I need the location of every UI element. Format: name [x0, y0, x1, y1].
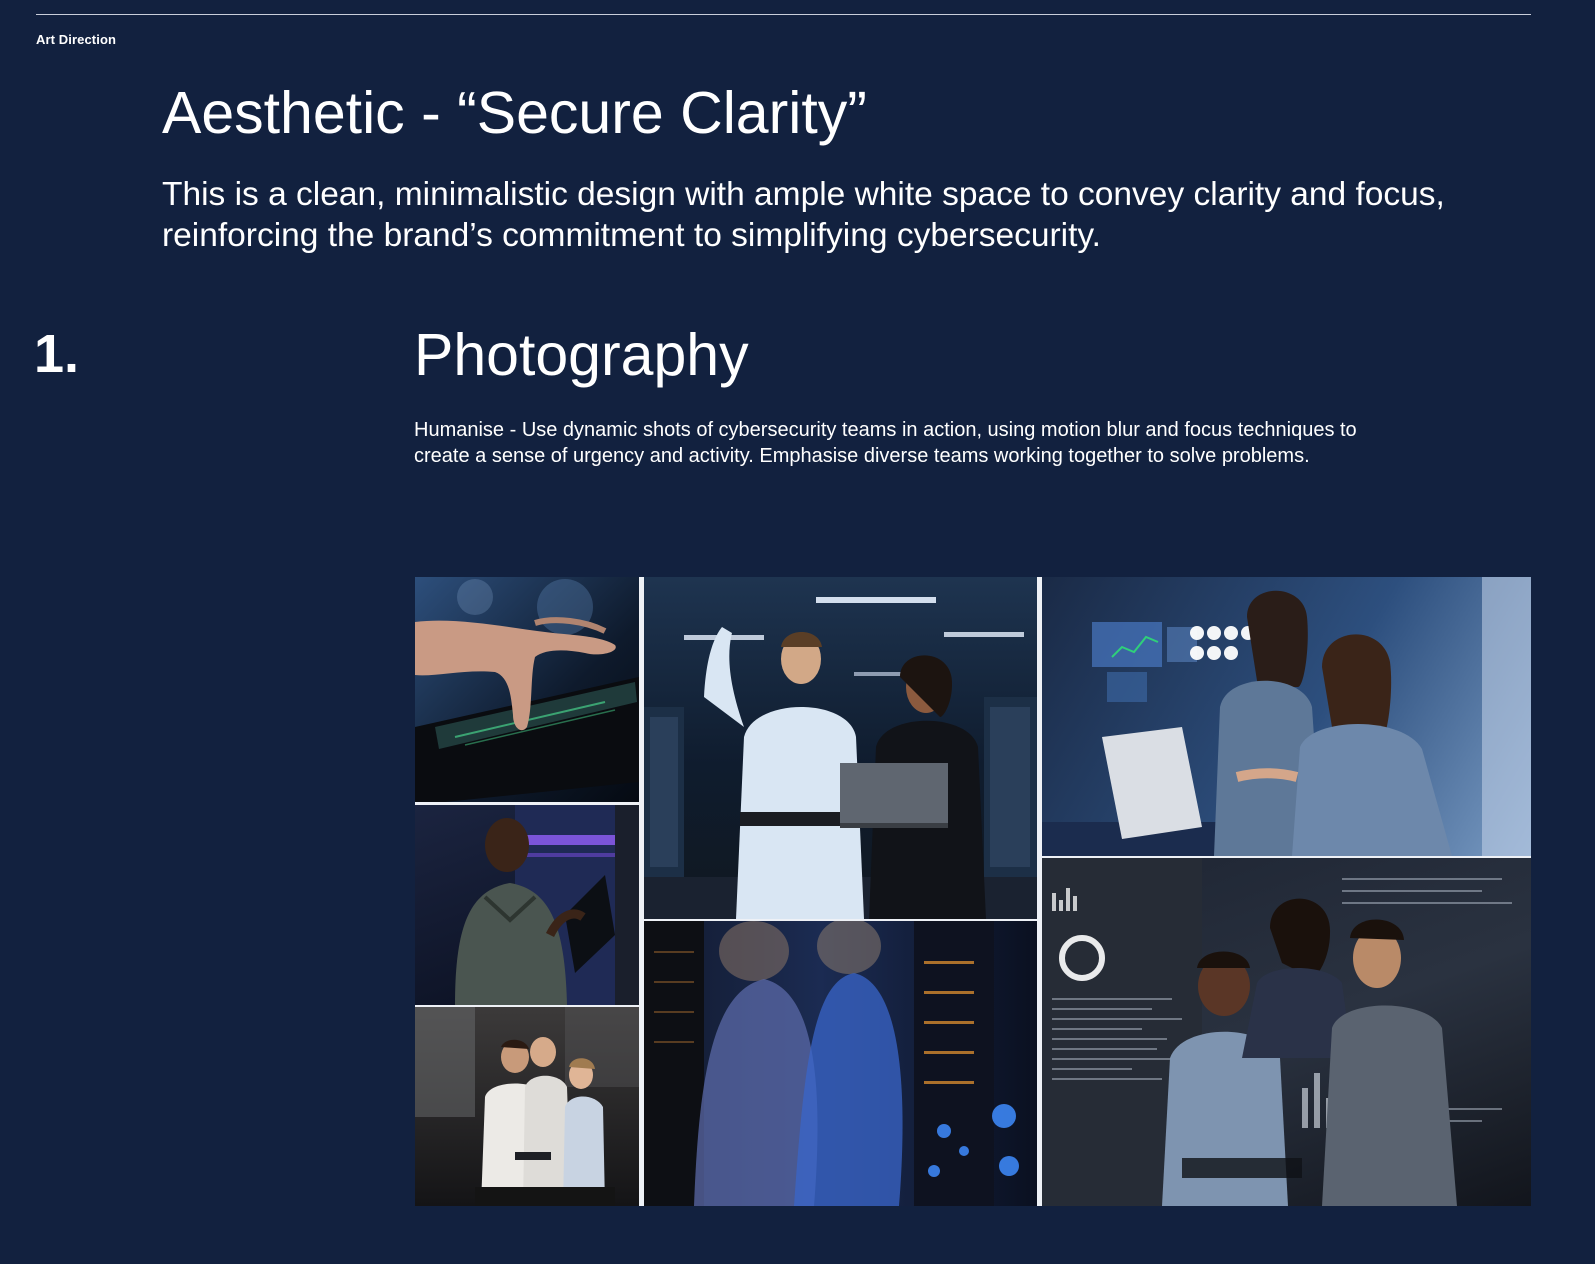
photo-motion-blur-server-aisle	[644, 921, 1037, 1206]
section-number: 1.	[34, 324, 80, 384]
aesthetic-description: This is a clean, minimalistic design wit…	[162, 176, 1445, 254]
photo-hand-on-phone	[415, 577, 639, 802]
photo-engineer-with-tablet	[415, 805, 639, 1005]
photo-team-reviewing-tablet	[415, 1007, 639, 1206]
photo-team-code-overlay	[1042, 858, 1531, 1206]
aesthetic-title: Aesthetic - “Secure Clarity”	[162, 80, 867, 146]
top-divider	[36, 14, 1531, 15]
photo-data-center-pair	[644, 577, 1037, 919]
photo-collage	[415, 577, 1531, 1206]
section-description: Humanise - Use dynamic shots of cybersec…	[414, 419, 1357, 467]
section-title: Photography	[414, 322, 749, 388]
section-label: Art Direction	[36, 32, 117, 47]
photo-ops-center-women-laptop	[1042, 577, 1531, 856]
